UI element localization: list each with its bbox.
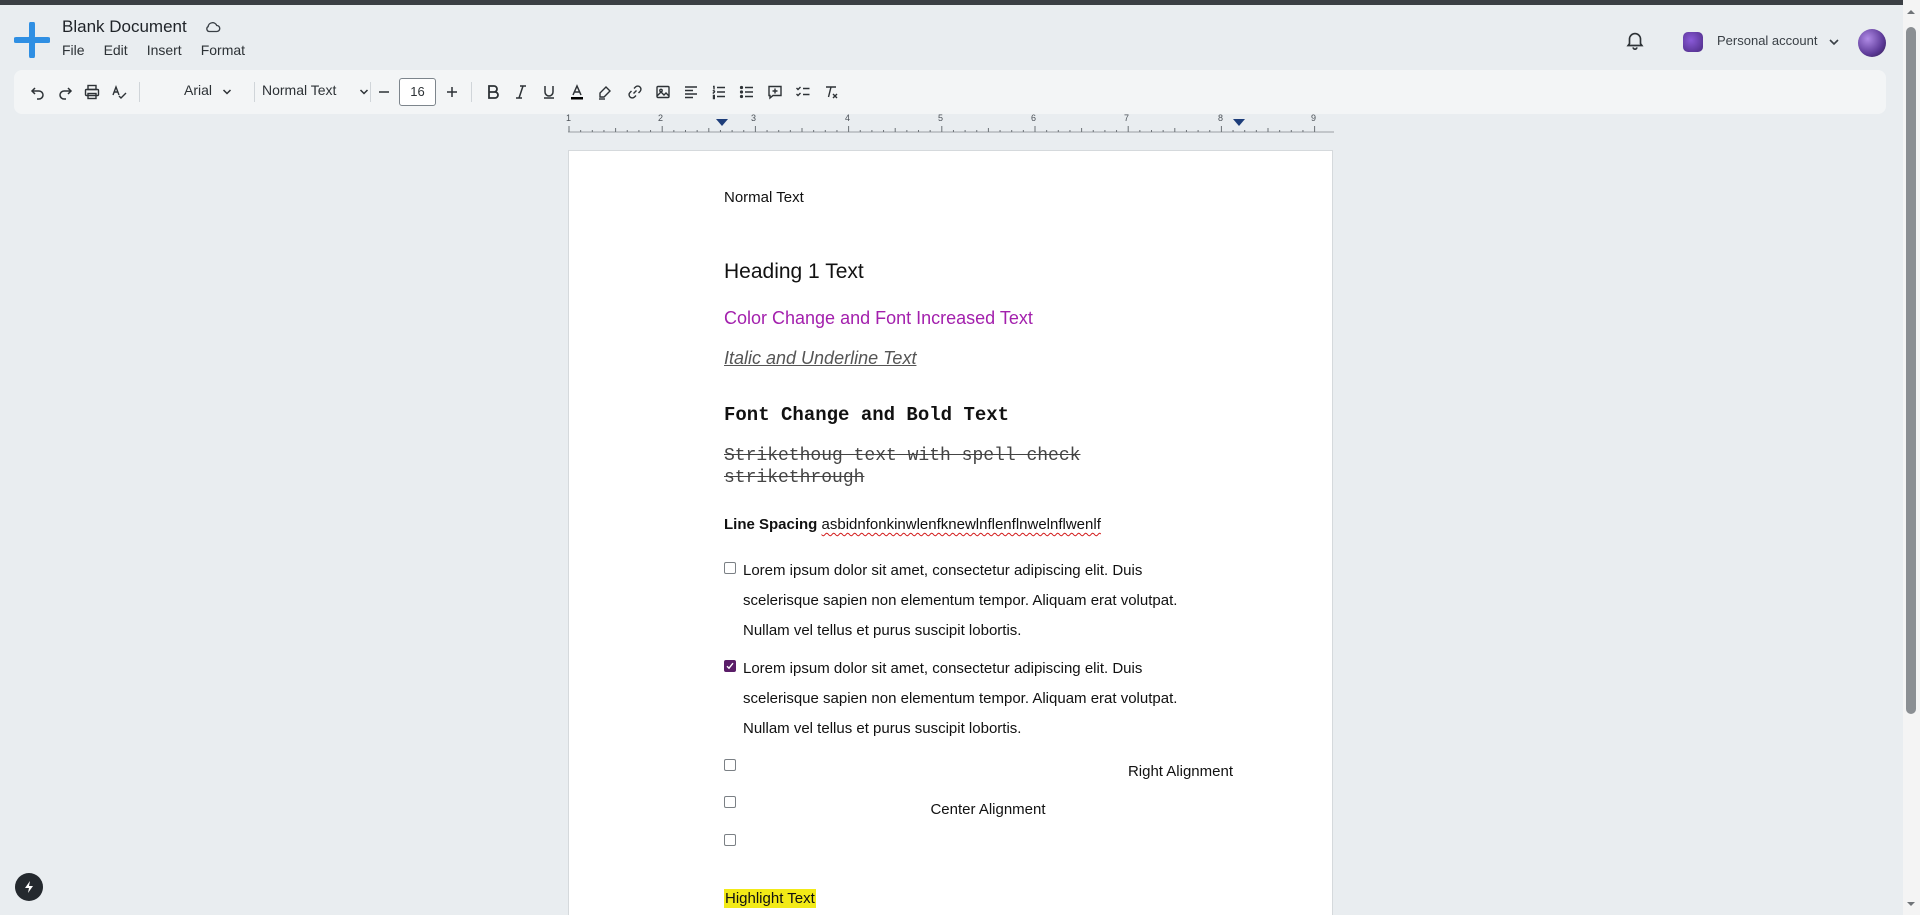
paragraph-line: scelerisque sapien non elementum tempor.…	[743, 592, 1178, 609]
line-spacing-paragraph[interactable]: Line Spacing asbidnfonkinwlenfknewlnflen…	[724, 516, 1101, 533]
decrease-font-size-button[interactable]	[373, 81, 395, 103]
redo-icon[interactable]	[54, 81, 76, 103]
account-icon[interactable]	[1683, 32, 1703, 52]
cloud-icon[interactable]	[204, 18, 222, 36]
line-spacing-text: asbidnfonkinwlenfknewlnflenflnwelnflwenl…	[821, 516, 1101, 533]
bell-icon[interactable]	[1624, 29, 1646, 51]
ruler-number: 7	[1124, 113, 1130, 123]
paragraph-line: Lorem ipsum dolor sit amet, consectetur …	[743, 660, 1143, 677]
document-page[interactable]: Normal Text Heading 1 Text Color Change …	[568, 150, 1333, 915]
align-left-icon[interactable]	[680, 81, 702, 103]
font-size-input[interactable]: 16	[399, 78, 436, 106]
menu-insert[interactable]: Insert	[147, 42, 182, 58]
paragraph-style-select[interactable]: Normal Text	[262, 82, 372, 102]
ruler-number: 2	[658, 113, 664, 123]
checklist-checkbox[interactable]	[724, 759, 736, 771]
font-family-select[interactable]: Arial	[170, 82, 235, 102]
ruler-number: 3	[751, 113, 757, 123]
checklist-checkbox[interactable]	[724, 834, 736, 846]
scroll-up-icon[interactable]	[1906, 8, 1916, 16]
document-title[interactable]: Blank Document	[62, 17, 187, 37]
ruler-number: 1	[566, 113, 572, 123]
link-icon[interactable]	[624, 81, 646, 103]
left-indent-marker[interactable]	[716, 119, 728, 127]
avatar[interactable]	[1858, 29, 1886, 57]
paragraph-line: scelerisque sapien non elementum tempor.…	[743, 690, 1178, 707]
image-icon[interactable]	[652, 81, 674, 103]
scrollbar-thumb[interactable]	[1906, 27, 1916, 714]
checklist-icon[interactable]	[792, 81, 814, 103]
toolbar-divider	[471, 82, 472, 102]
numbered-list-icon[interactable]	[708, 81, 730, 103]
check-icon	[726, 662, 734, 670]
comment-icon[interactable]	[764, 81, 786, 103]
checklist-checkbox[interactable]	[724, 562, 736, 574]
toolbar-divider	[370, 82, 371, 102]
checklist-checkbox-checked[interactable]	[724, 660, 736, 672]
underline-icon[interactable]	[538, 81, 560, 103]
chevron-down-icon	[359, 89, 369, 95]
formatting-toolbar: Arial Normal Text 16	[14, 70, 1886, 114]
paragraph-line: Lorem ipsum dolor sit amet, consectetur …	[743, 562, 1143, 579]
right-indent-marker[interactable]	[1233, 119, 1245, 127]
clear-format-icon[interactable]	[820, 81, 842, 103]
spellcheck-icon[interactable]	[108, 81, 130, 103]
ruler-number: 5	[938, 113, 944, 123]
line-spacing-label: Line Spacing	[724, 516, 818, 533]
ruler-number: 8	[1218, 113, 1224, 123]
menu-edit[interactable]: Edit	[104, 42, 128, 58]
font-family-value: Arial	[184, 82, 213, 98]
checklist-item[interactable]: Lorem ipsum dolor sit amet, consectetur …	[743, 556, 1233, 646]
heading-1[interactable]: Heading 1 Text	[724, 260, 864, 284]
ruler-number: 4	[845, 113, 851, 123]
account-label[interactable]: Personal account	[1717, 33, 1817, 48]
app-logo-icon[interactable]	[14, 22, 50, 58]
colored-text[interactable]: Color Change and Font Increased Text	[724, 308, 1033, 329]
lightning-glyph	[25, 881, 33, 893]
ruler[interactable]: 1 2 3 4 5 6 7 8 9	[566, 113, 1334, 133]
checklist-item[interactable]: Lorem ipsum dolor sit amet, consectetur …	[743, 654, 1233, 744]
app-header: Blank Document File Edit Insert Format P…	[0, 5, 1900, 67]
italic-icon[interactable]	[510, 81, 532, 103]
menu-file[interactable]: File	[62, 42, 85, 58]
center-aligned-text[interactable]: Center Alignment	[743, 801, 1233, 818]
highlighted-text[interactable]: Highlight Text	[724, 889, 816, 908]
toolbar-divider	[139, 82, 140, 102]
increase-font-size-button[interactable]	[441, 81, 463, 103]
toolbar-divider	[254, 82, 255, 102]
chevron-down-icon	[222, 89, 232, 95]
bolt-icon[interactable]	[15, 873, 43, 901]
checklist-checkbox[interactable]	[724, 796, 736, 808]
print-icon[interactable]	[81, 81, 103, 103]
paragraph-line: Nullam vel tellus et purus suscipit lobo…	[743, 622, 1022, 639]
scroll-down-icon[interactable]	[1906, 900, 1916, 908]
right-aligned-text[interactable]: Right Alignment	[743, 763, 1233, 780]
bulleted-list-icon[interactable]	[736, 81, 758, 103]
bold-icon[interactable]	[482, 81, 504, 103]
paragraph-line: Nullam vel tellus et purus suscipit lobo…	[743, 720, 1022, 737]
text-color-icon[interactable]	[566, 81, 588, 103]
paragraph-style-value: Normal Text	[262, 82, 337, 98]
undo-icon[interactable]	[27, 81, 49, 103]
highlighter-icon[interactable]	[594, 81, 616, 103]
font-change-bold-text[interactable]: Font Change and Bold Text	[724, 404, 1009, 426]
chevron-down-icon[interactable]	[1828, 36, 1840, 48]
ruler-number: 9	[1311, 113, 1317, 123]
normal-text[interactable]: Normal Text	[724, 189, 804, 206]
ruler-number: 6	[1031, 113, 1037, 123]
italic-underline-text[interactable]: Italic and Underline Text	[724, 348, 916, 369]
menu-bar: File Edit Insert Format	[62, 42, 264, 58]
strikethrough-text[interactable]: Strikethoug text with spell check strike…	[724, 445, 1144, 489]
menu-format[interactable]: Format	[201, 42, 245, 58]
